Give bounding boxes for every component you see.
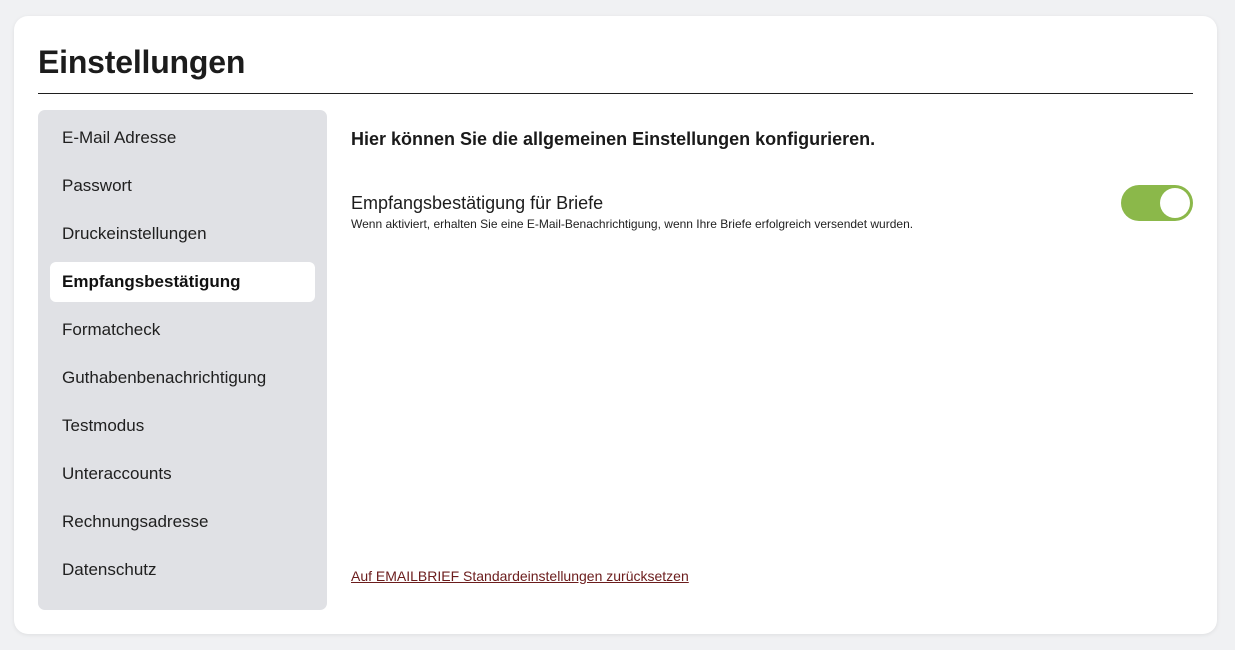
sidebar-item-label: Druckeinstellungen [62, 224, 207, 243]
settings-card: Einstellungen E-Mail Adresse Passwort Dr… [14, 16, 1217, 634]
sidebar-item-email-adresse[interactable]: E-Mail Adresse [50, 118, 315, 158]
settings-content: Hier können Sie die allgemeinen Einstell… [351, 110, 1193, 610]
settings-sidebar: E-Mail Adresse Passwort Druckeinstellung… [38, 110, 327, 610]
sidebar-item-label: Unteraccounts [62, 464, 172, 483]
sidebar-item-label: Empfangsbestätigung [62, 272, 241, 291]
page-title: Einstellungen [38, 44, 246, 80]
sidebar-item-label: E-Mail Adresse [62, 128, 177, 147]
reset-defaults-link[interactable]: Auf EMAILBRIEF Standardeinstellungen zur… [351, 568, 689, 584]
sidebar-item-label: Guthabenbenachrichtigung [62, 368, 267, 387]
sidebar-item-rechnungsadresse[interactable]: Rechnungsadresse [50, 502, 315, 542]
sidebar-item-empfangsbestaetigung[interactable]: Empfangsbestätigung [50, 262, 315, 302]
toggle-knob [1160, 188, 1190, 218]
section-intro: Hier können Sie die allgemeinen Einstell… [351, 129, 876, 149]
receipt-confirmation-toggle[interactable] [1121, 185, 1193, 221]
sidebar-item-label: Testmodus [62, 416, 145, 435]
sidebar-item-datenschutz[interactable]: Datenschutz [50, 550, 315, 590]
setting-title: Empfangsbestätigung für Briefe [351, 193, 604, 213]
sidebar-item-unteraccounts[interactable]: Unteraccounts [50, 454, 315, 494]
sidebar-item-formatcheck[interactable]: Formatcheck [50, 310, 315, 350]
sidebar-item-passwort[interactable]: Passwort [50, 166, 315, 206]
setting-description: Wenn aktiviert, erhalten Sie eine E-Mail… [351, 217, 914, 231]
sidebar-item-label: Datenschutz [62, 560, 157, 579]
sidebar-item-druckeinstellungen[interactable]: Druckeinstellungen [50, 214, 315, 254]
sidebar-item-label: Formatcheck [62, 320, 161, 339]
sidebar-item-label: Rechnungsadresse [62, 512, 209, 531]
title-divider [38, 93, 1193, 94]
sidebar-item-guthabenbenachrichtigung[interactable]: Guthabenbenachrichtigung [50, 358, 315, 398]
sidebar-item-testmodus[interactable]: Testmodus [50, 406, 315, 446]
sidebar-item-label: Passwort [62, 176, 132, 195]
